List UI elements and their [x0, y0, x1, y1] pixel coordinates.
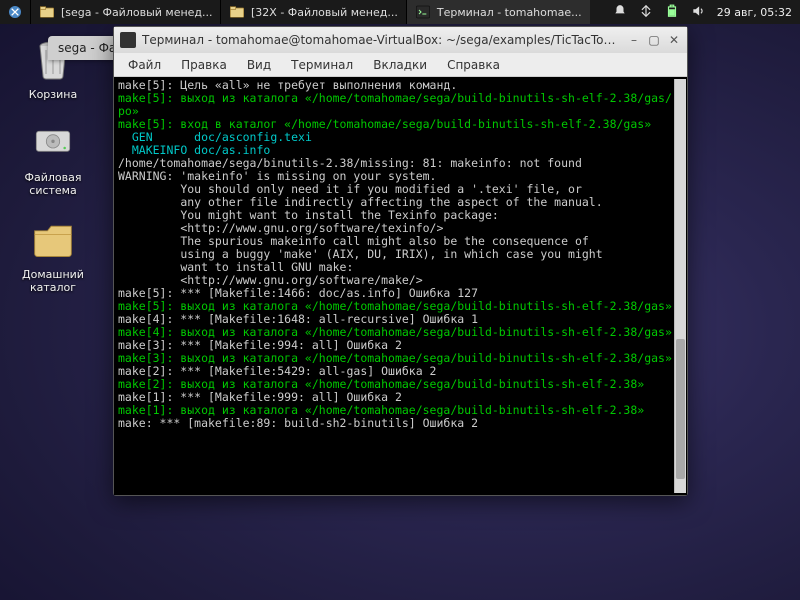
minimize-button[interactable]: – — [627, 33, 641, 47]
menu-edit[interactable]: Правка — [173, 56, 235, 74]
folder-icon — [26, 216, 80, 264]
terminal-output[interactable]: make[5]: Цель «all» не требует выполнени… — [114, 77, 687, 495]
terminal-window: Терминал - tomahomae@tomahomae-VirtualBo… — [113, 26, 688, 496]
scrollbar-thumb[interactable] — [676, 339, 685, 479]
drive-icon — [26, 119, 80, 167]
menu-view[interactable]: Вид — [239, 56, 279, 74]
desktop-icon-home[interactable]: Домашний каталог — [8, 216, 98, 294]
desktop-icon-filesystem[interactable]: Файловая система — [8, 119, 98, 197]
window-titlebar[interactable]: Терминал - tomahomae@tomahomae-VirtualBo… — [114, 27, 687, 53]
taskbar-item-label: Терминал - tomahomae... — [437, 6, 582, 19]
taskbar-item-32x[interactable]: [32X - Файловый менед... — [220, 0, 406, 24]
app-menu-button[interactable] — [0, 0, 30, 24]
taskbar-item-label: [32X - Файловый менед... — [251, 6, 398, 19]
menu-terminal[interactable]: Терминал — [283, 56, 361, 74]
menubar: Файл Правка Вид Терминал Вкладки Справка — [114, 53, 687, 77]
notifications-icon[interactable] — [613, 4, 627, 21]
close-button[interactable]: ✕ — [667, 33, 681, 47]
volume-icon[interactable] — [691, 4, 705, 21]
menu-tabs[interactable]: Вкладки — [365, 56, 435, 74]
menu-file[interactable]: Файл — [120, 56, 169, 74]
taskbar-item-terminal[interactable]: Терминал - tomahomae... — [406, 0, 590, 24]
menu-help[interactable]: Справка — [439, 56, 508, 74]
network-icon[interactable] — [639, 4, 653, 21]
desktop-icon-label: Домашний каталог — [8, 268, 98, 294]
taskbar-item-label: [sega - Файловый менед... — [61, 6, 213, 19]
desktop-icon-label: Корзина — [29, 88, 77, 101]
window-title: Терминал - tomahomae@tomahomae-VirtualBo… — [142, 33, 621, 47]
system-tray: 29 авг, 05:32 — [605, 4, 800, 21]
maximize-button[interactable]: ▢ — [647, 33, 661, 47]
desktop: Корзина Файловая система Домашний катало… — [8, 36, 98, 294]
terminal-icon — [120, 32, 136, 48]
clock[interactable]: 29 авг, 05:32 — [717, 6, 792, 19]
desktop-icon-label: Файловая система — [8, 171, 98, 197]
battery-icon[interactable] — [665, 4, 679, 21]
taskbar: [sega - Файловый менед... [32X - Файловы… — [0, 0, 800, 24]
scrollbar[interactable] — [674, 79, 686, 493]
taskbar-item-sega[interactable]: [sega - Файловый менед... — [30, 0, 220, 24]
